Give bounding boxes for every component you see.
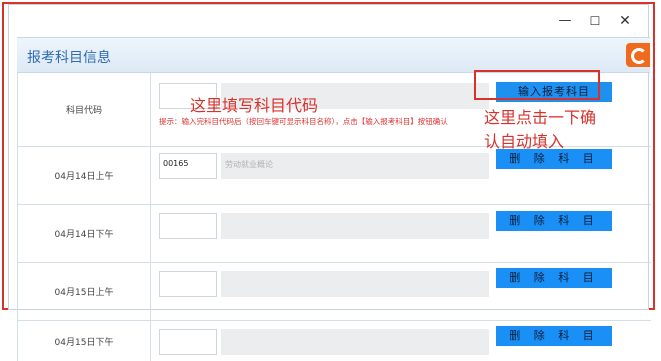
row-label: 04月14日上午 (18, 147, 151, 204)
subject-name-field (221, 329, 489, 355)
table-row: 04月14日下午 删 除 科 目 (18, 205, 651, 263)
row-label: 04月15日上午 (18, 263, 151, 320)
delete-subject-button[interactable]: 删 除 科 目 (496, 326, 612, 346)
title-bar: — ☐ ✕ (9, 5, 648, 37)
subject-code-input[interactable]: 00165 (159, 153, 217, 179)
section-header: 报考科目信息 (17, 37, 650, 73)
close-icon[interactable]: ✕ (615, 11, 635, 31)
dialog-window: — ☐ ✕ 报考科目信息 科目代码 输入报考科目 提示：输入完科目代码后（按回车… (8, 4, 651, 361)
annotation-click-line2: 认自动填入 (484, 132, 565, 151)
delete-subject-button[interactable]: 删 除 科 目 (496, 211, 612, 231)
subject-name-field: 劳动就业概论 (221, 153, 489, 179)
subject-code-input[interactable] (159, 271, 217, 297)
subject-code-input[interactable] (159, 329, 217, 355)
table-row: 04月15日下午 删 除 科 目 (18, 321, 651, 361)
hint-text: 提示：输入完科目代码后（按回车键可显示科目名称），点击【输入报考科目】按钮确认 (159, 117, 448, 126)
annotation-fill-code: 这里填写科目代码 (190, 96, 319, 115)
row-label: 科目代码 (18, 73, 151, 146)
subject-code-input[interactable] (159, 213, 217, 239)
table-row: 04月14日上午 00165 劳动就业概论 删 除 科 目 (18, 147, 651, 205)
section-title: 报考科目信息 (27, 50, 111, 66)
logo-icon (626, 43, 650, 67)
table-row: 04月15日上午 删 除 科 目 (18, 263, 651, 321)
delete-subject-button[interactable]: 删 除 科 目 (496, 268, 612, 288)
annotation-click-line1: 这里点击一下确 (484, 108, 597, 127)
subject-name-field (221, 271, 489, 297)
minimize-icon[interactable]: — (555, 11, 575, 31)
annotation-highlight-box (474, 70, 600, 100)
delete-subject-button[interactable]: 删 除 科 目 (496, 149, 612, 169)
row-label: 04月14日下午 (18, 205, 151, 262)
maximize-icon[interactable]: ☐ (585, 11, 605, 31)
subject-name-field (221, 213, 489, 239)
row-label: 04月15日下午 (18, 321, 151, 361)
